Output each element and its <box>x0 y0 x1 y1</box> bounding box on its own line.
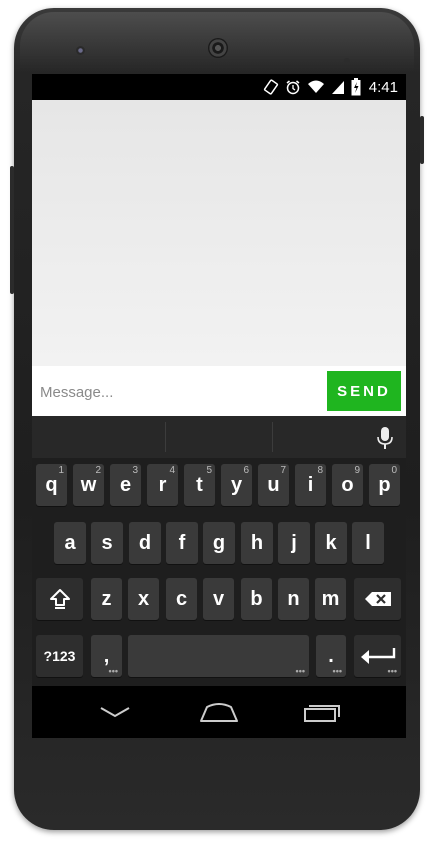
recents-icon[interactable] <box>304 702 340 722</box>
key-r[interactable]: r4 <box>147 464 178 506</box>
key-p[interactable]: p0 <box>369 464 400 506</box>
key-hint: 2 <box>95 465 101 476</box>
key-hint: 8 <box>317 465 323 476</box>
key-w[interactable]: w2 <box>73 464 104 506</box>
key-label: y <box>230 473 243 496</box>
backspace-icon <box>364 592 391 606</box>
key-more-dots: ••• <box>387 666 397 676</box>
key-x[interactable]: x <box>128 578 159 620</box>
send-button[interactable]: SEND <box>327 371 401 411</box>
key-label: e <box>119 473 132 496</box>
key-i[interactable]: i8 <box>295 464 326 506</box>
key-hint: 0 <box>391 465 397 476</box>
shift-key[interactable] <box>36 578 83 620</box>
symbols-key[interactable]: ?123 <box>36 635 83 677</box>
key-z[interactable]: z <box>91 578 122 620</box>
alarm-icon <box>286 80 300 95</box>
key-more-dots: ••• <box>108 666 118 676</box>
key-d[interactable]: d <box>129 522 161 564</box>
key-s[interactable]: s <box>91 522 123 564</box>
enter-key[interactable]: ••• <box>354 635 401 677</box>
period-key[interactable]: . ••• <box>316 635 346 677</box>
key-hint: 1 <box>58 465 64 476</box>
key-g[interactable]: g <box>203 522 235 564</box>
key-label: q <box>45 473 58 496</box>
message-input[interactable] <box>38 376 322 408</box>
key-label: o <box>341 473 354 496</box>
status-bar: 4:41 <box>32 74 406 100</box>
volume-button[interactable] <box>10 166 14 294</box>
key-a[interactable]: a <box>54 522 86 564</box>
battery-icon <box>351 78 361 96</box>
key-y[interactable]: y6 <box>221 464 252 506</box>
key-label: , <box>103 644 110 667</box>
navigation-bar <box>32 686 406 738</box>
wifi-icon <box>307 80 324 93</box>
suggestion-strip <box>32 416 406 458</box>
space-key[interactable]: ••• <box>128 635 309 677</box>
proximity-sensor <box>344 51 362 82</box>
key-hint: 5 <box>206 465 212 476</box>
backspace-key[interactable] <box>354 578 401 620</box>
key-label: . <box>328 644 334 667</box>
mic-icon[interactable] <box>376 426 394 450</box>
key-label: t <box>196 473 203 496</box>
key-l[interactable]: l <box>352 522 384 564</box>
key-f[interactable]: f <box>166 522 198 564</box>
key-u[interactable]: u7 <box>258 464 289 506</box>
earpiece-speaker <box>208 38 228 58</box>
message-list-area <box>32 100 406 366</box>
key-label: w <box>80 473 97 496</box>
suggestion-divider <box>165 422 166 452</box>
power-button[interactable] <box>420 116 424 164</box>
rotate-icon <box>263 79 278 95</box>
status-time: 4:41 <box>368 78 398 96</box>
key-label: u <box>267 473 280 496</box>
comma-key[interactable]: , ••• <box>91 635 122 677</box>
enter-icon <box>360 648 395 664</box>
key-v[interactable]: v <box>203 578 234 620</box>
suggestion-divider <box>272 422 273 452</box>
compose-bar: SEND <box>32 366 406 416</box>
key-label: p <box>378 473 391 496</box>
signal-icon <box>331 81 344 94</box>
key-more-dots: ••• <box>332 666 342 676</box>
key-e[interactable]: e3 <box>110 464 141 506</box>
key-b[interactable]: b <box>241 578 272 620</box>
key-c[interactable]: c <box>166 578 197 620</box>
back-icon[interactable] <box>100 706 130 718</box>
shift-icon <box>49 589 70 609</box>
key-hint: 3 <box>132 465 138 476</box>
key-hint: 6 <box>243 465 249 476</box>
key-j[interactable]: j <box>278 522 310 564</box>
key-t[interactable]: t5 <box>184 464 215 506</box>
key-o[interactable]: o9 <box>332 464 363 506</box>
key-hint: 7 <box>280 465 286 476</box>
key-hint: 4 <box>169 465 175 476</box>
key-q[interactable]: q1 <box>36 464 67 506</box>
key-m[interactable]: m <box>315 578 346 620</box>
soft-keyboard: q1 w2 e3 r4 t5 y6 u7 i8 o9 p0 a s d f g … <box>32 416 406 686</box>
home-icon[interactable] <box>200 701 238 723</box>
key-k[interactable]: k <box>315 522 347 564</box>
key-h[interactable]: h <box>241 522 273 564</box>
key-label: i <box>307 473 314 496</box>
key-hint: 9 <box>354 465 360 476</box>
front-camera <box>76 46 85 55</box>
key-n[interactable]: n <box>278 578 309 620</box>
key-more-dots: ••• <box>295 666 305 676</box>
device-screen: 4:41 SEND q1 w2 e3 r4 t5 y6 u7 i8 o9 p0 … <box>32 74 406 738</box>
key-label: r <box>158 473 167 496</box>
